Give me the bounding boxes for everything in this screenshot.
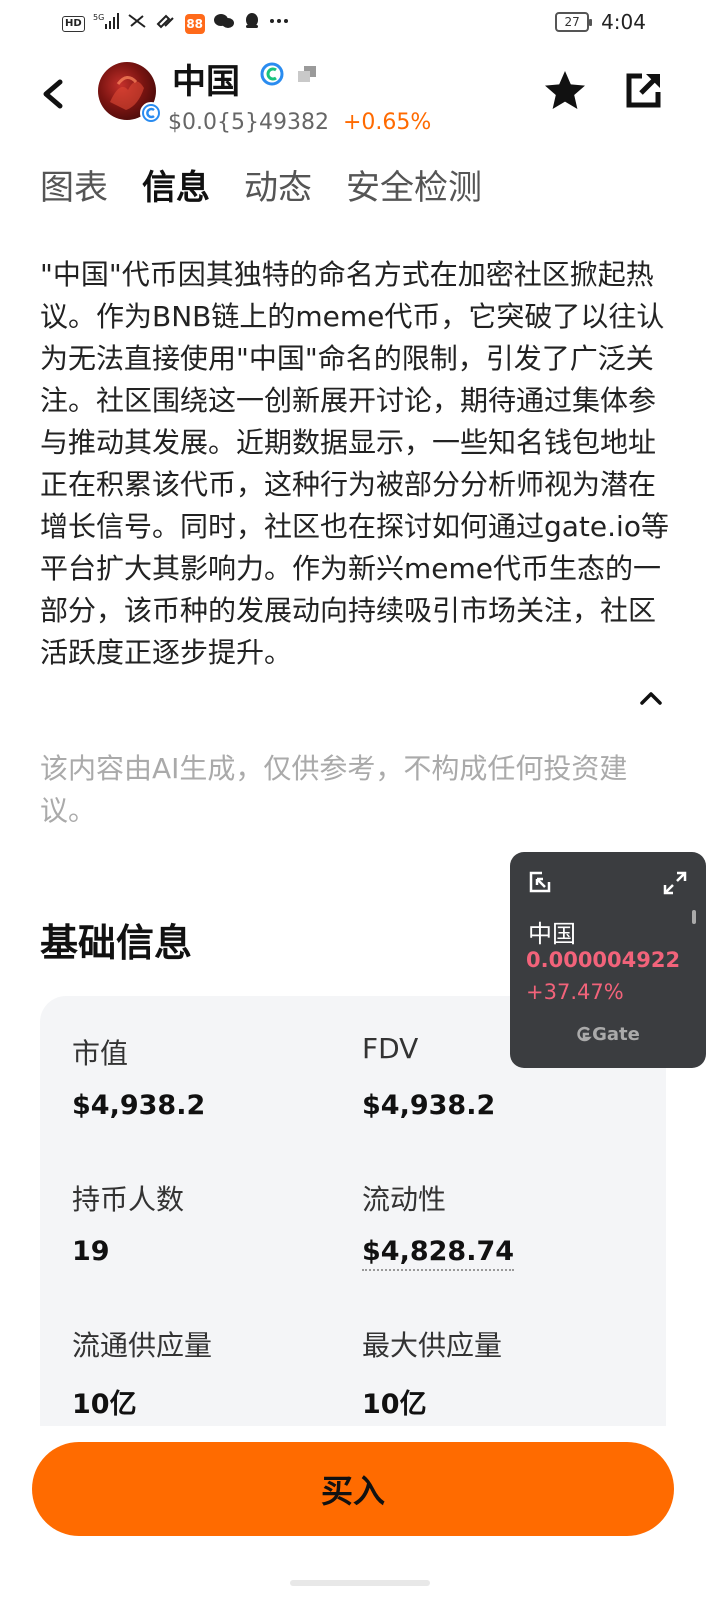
widget-price: 0.000004922 [526, 948, 681, 972]
metric-value-liquidity[interactable]: $4,828.74 [362, 1236, 515, 1271]
clock: 4:04 [601, 10, 646, 34]
widget-change: +37.47% [526, 980, 624, 1004]
metric-value-fdv: $4,938.2 [362, 1090, 496, 1121]
metric-label-holders: 持币人数 [72, 1183, 185, 1216]
bnb-chain-badge-icon [140, 102, 162, 124]
metric-value-market-cap: $4,938.2 [72, 1090, 206, 1121]
metric-value-holders: 19 [72, 1236, 110, 1267]
tab-bar: 图表 信息 动态 安全检测 [40, 164, 482, 212]
section-title-basic-info: 基础信息 [40, 921, 193, 965]
gate-logo: Gate [510, 1024, 706, 1045]
signal-icon: 5G [93, 12, 119, 35]
metric-label-max-supply: 最大供应量 [362, 1329, 503, 1362]
more-icon [269, 12, 289, 35]
no-sim-icon [127, 12, 147, 35]
expand-icon[interactable] [662, 870, 688, 896]
svg-text:5G: 5G [93, 13, 104, 22]
gate-brand-text: Gate [592, 1024, 640, 1045]
back-button[interactable] [36, 72, 76, 116]
floating-price-widget[interactable]: 中国 0.000004922 +37.47% Gate [510, 852, 706, 1068]
picture-in-picture-icon[interactable] [528, 870, 552, 894]
metric-value-max-supply: 10亿 [362, 1389, 427, 1420]
chevron-up-icon [640, 692, 662, 705]
status-left: HD 5G 88 [62, 12, 289, 35]
tab-activity[interactable]: 动态 [244, 164, 312, 212]
widget-scrollbar [692, 910, 696, 924]
qq-icon [243, 12, 261, 35]
tab-info[interactable]: 信息 [142, 164, 210, 212]
ai-disclaimer: 该内容由AI生成，仅供参考，不构成任何投资建议。 [40, 752, 628, 827]
collapse-button[interactable] [636, 686, 666, 710]
share-button[interactable] [624, 70, 664, 110]
tab-security-check[interactable]: 安全检测 [346, 164, 482, 212]
buy-button[interactable]: 买入 [32, 1442, 674, 1536]
link-icon [155, 12, 177, 35]
wechat-icon [213, 12, 235, 35]
star-icon [545, 71, 585, 109]
status-right: 27 4:04 [555, 10, 646, 34]
metric-value-circulating-supply: 10亿 [72, 1389, 137, 1420]
status-bar: HD 5G 88 27 4:04 [0, 0, 720, 48]
metric-label-market-cap: 市值 [72, 1037, 129, 1070]
metric-label-fdv: FDV [362, 1032, 419, 1065]
app-notification-icon: 88 [184, 13, 205, 34]
token-avatar [98, 62, 162, 124]
battery-icon: 27 [555, 12, 593, 32]
favorite-button[interactable] [542, 68, 588, 114]
chain-icon [260, 62, 284, 86]
widget-token-name: 中国 [528, 920, 576, 948]
token-description: "中国"代币因其独特的命名方式在加密社区掀起热议。作为BNB链上的meme代币，… [40, 258, 669, 669]
hd-badge: HD [62, 15, 85, 32]
token-name: 中国 [172, 62, 240, 102]
price-change: +0.65% [343, 110, 432, 135]
metric-label-liquidity: 流动性 [362, 1183, 447, 1216]
metric-label-circulating-supply: 流通供应量 [72, 1329, 213, 1362]
token-price: $0.0{5}49382 [168, 110, 329, 135]
token-header: 中国 $0.0{5}49382 +0.65% [0, 52, 720, 142]
chevron-left-icon [43, 79, 63, 109]
copy-icon[interactable] [296, 64, 318, 84]
share-icon [626, 73, 661, 108]
tab-chart[interactable]: 图表 [40, 164, 108, 212]
home-indicator [290, 1580, 430, 1586]
